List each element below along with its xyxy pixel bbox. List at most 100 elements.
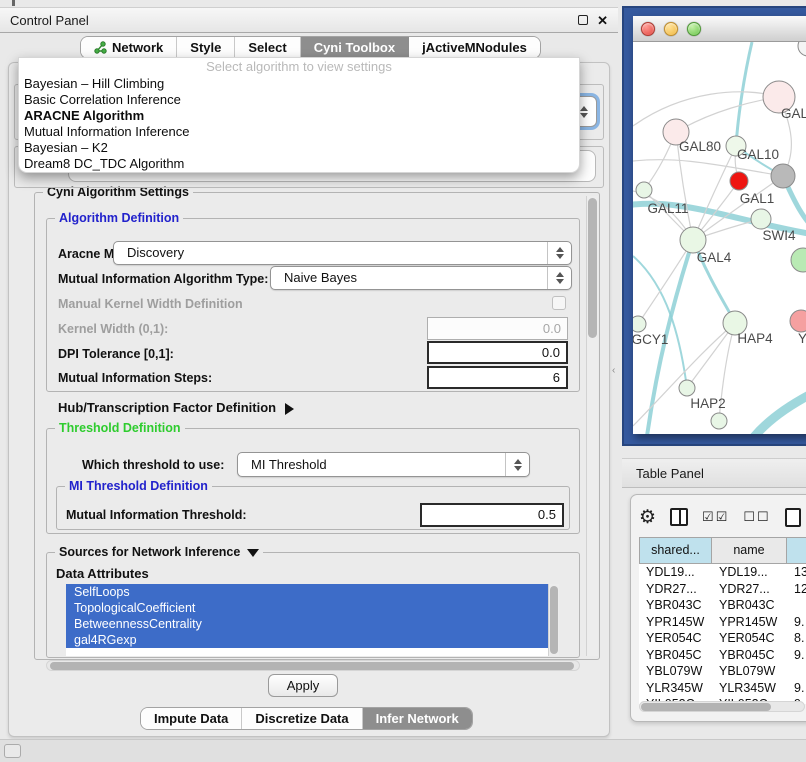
apply-button[interactable]: Apply xyxy=(268,674,338,697)
network-node-label: GAL xyxy=(781,106,806,121)
dpi-tolerance-field[interactable]: 0.0 xyxy=(427,341,568,364)
algorithm-option[interactable]: ARACNE Algorithm xyxy=(19,108,579,124)
which-threshold-value: MI Threshold xyxy=(238,453,529,476)
attribute-item[interactable]: TopologicalCoefficient xyxy=(66,600,548,616)
algorithm-dropdown-popup: Select algorithm to view settings Bayesi… xyxy=(18,57,580,173)
tab-infer-network[interactable]: Infer Network xyxy=(363,708,472,729)
columns-icon[interactable] xyxy=(670,508,688,526)
settings-vertical-scrollbar-thumb[interactable] xyxy=(588,198,597,338)
mi-threshold-field[interactable]: 0.5 xyxy=(420,503,564,527)
tab-discretize-data[interactable]: Discretize Data xyxy=(242,708,362,729)
manual-kernel-checkbox[interactable] xyxy=(552,296,566,310)
table-panel-titlebar: Table Panel xyxy=(622,458,806,488)
expanded-arrow-icon xyxy=(247,549,259,557)
tab-impute-data[interactable]: Impute Data xyxy=(141,708,242,729)
mi-threshold-group-title: MI Threshold Definition xyxy=(65,479,212,494)
table-panel-title: Table Panel xyxy=(622,466,704,481)
close-icon[interactable]: ✕ xyxy=(597,14,608,27)
mi-type-label: Mutual Information Algorithm Type: xyxy=(58,272,268,286)
sources-group-title[interactable]: Sources for Network Inference xyxy=(55,545,263,560)
select-all-icon[interactable]: ☑☑ xyxy=(702,509,729,525)
network-node-unlabeled[interactable] xyxy=(730,172,748,190)
tab-jactivemnodules[interactable]: jActiveMNodules xyxy=(409,37,540,58)
splitter-handle[interactable]: ‹ xyxy=(612,365,615,376)
table-row[interactable]: YER054CYER054C8. xyxy=(639,630,806,647)
table-row[interactable]: YLR345WYLR345W9. xyxy=(639,680,806,697)
panel-restore-button[interactable] xyxy=(4,744,21,758)
table-cell: YDR27... xyxy=(712,581,787,598)
network-node-gcy1[interactable] xyxy=(633,316,646,332)
network-node-unlabeled[interactable] xyxy=(711,413,727,429)
table-cell: YDL19... xyxy=(639,564,712,581)
table-row[interactable]: YPR145WYPR145W9. xyxy=(639,614,806,631)
zoom-traffic-light-icon[interactable] xyxy=(687,22,701,36)
network-node-label: HAP2 xyxy=(690,396,725,411)
kernel-width-field[interactable]: 0.0 xyxy=(427,317,568,340)
mi-type-value: Naive Bayes xyxy=(271,267,571,289)
algorithm-option[interactable]: Dream8 DC_TDC Algorithm xyxy=(19,156,579,172)
network-node-swi4[interactable] xyxy=(791,248,806,272)
algorithm-option[interactable]: Basic Correlation Inference xyxy=(19,92,579,108)
tab-cyni-toolbox[interactable]: Cyni Toolbox xyxy=(301,37,409,58)
cyni-mode-tabs: Impute Data Discretize Data Infer Networ… xyxy=(140,707,473,730)
mi-steps-field[interactable]: 6 xyxy=(427,366,568,389)
algorithm-option[interactable]: Mutual Information Inference xyxy=(19,124,579,140)
network-canvas[interactable]: GALGAL80GAL10GAL11GAL1SWI4GAL4GCY1HAP4YH… xyxy=(633,42,806,434)
network-node-gal11[interactable] xyxy=(636,182,652,198)
control-panel-tabs: Network Style Select Cyni Toolbox jActiv… xyxy=(80,36,541,59)
table-cell: 9. xyxy=(787,680,806,697)
combo-spinner-icon xyxy=(505,453,529,476)
aracne-mode-combo[interactable]: Discovery xyxy=(113,241,572,265)
network-window-titlebar[interactable] xyxy=(633,16,806,42)
table-horizontal-scrollbar[interactable] xyxy=(639,701,805,712)
table-cell: YLR345W xyxy=(639,680,712,697)
network-svg: GALGAL80GAL10GAL11GAL1SWI4GAL4GCY1HAP4YH… xyxy=(633,42,806,434)
gear-icon[interactable]: ⚙ xyxy=(639,508,656,527)
mi-threshold-label: Mutual Information Threshold: xyxy=(66,508,247,522)
hub-definition-toggle[interactable]: Hub/Transcription Factor Definition xyxy=(58,400,294,415)
table-cell: YPR145W xyxy=(639,614,712,631)
mi-steps-label: Mutual Information Steps: xyxy=(58,371,212,385)
mi-type-combo[interactable]: Naive Bayes xyxy=(270,266,572,290)
minimize-traffic-light-icon[interactable] xyxy=(664,22,678,36)
algorithm-option[interactable]: Bayesian – Hill Climbing xyxy=(19,76,579,92)
attribute-item[interactable]: BetweennessCentrality xyxy=(66,616,548,632)
attribute-item[interactable]: SelfLoops xyxy=(66,584,548,600)
column-header-shared-name[interactable]: shared... xyxy=(639,537,712,564)
algorithm-option[interactable]: Bayesian – K2 xyxy=(19,140,579,156)
table-row[interactable]: YBR043CYBR043C xyxy=(639,597,806,614)
table-row[interactable]: YBL079WYBL079W xyxy=(639,663,806,680)
table-cell xyxy=(787,663,806,680)
close-traffic-light-icon[interactable] xyxy=(641,22,655,36)
network-node-unlabeled[interactable] xyxy=(771,164,795,188)
column-header-name[interactable]: name xyxy=(712,537,787,564)
table-row[interactable]: YDR27...YDR27...12 xyxy=(639,581,806,598)
table-cell: 12 xyxy=(787,581,806,598)
attribute-table: shared... name A YDL19...YDL19...13YDR27… xyxy=(639,537,806,704)
network-node-hap2[interactable] xyxy=(679,380,695,396)
attributes-scrollbar-thumb[interactable] xyxy=(550,586,558,654)
float-window-icon[interactable] xyxy=(578,15,588,25)
which-threshold-label: Which threshold to use: xyxy=(82,458,224,472)
network-node-gal1[interactable] xyxy=(751,209,771,229)
algorithm-dropdown-list: Bayesian – Hill ClimbingBasic Correlatio… xyxy=(19,76,579,172)
attribute-item[interactable]: gal4RGexp xyxy=(66,632,548,648)
network-node-y[interactable] xyxy=(790,310,806,332)
network-node-label: GAL11 xyxy=(647,201,688,216)
dpi-tolerance-label: DPI Tolerance [0,1]: xyxy=(58,347,174,361)
column-header-third[interactable]: A xyxy=(787,537,806,564)
manual-kernel-label: Manual Kernel Width Definition xyxy=(58,297,243,311)
deselect-all-icon[interactable]: ☐☐ xyxy=(743,509,770,525)
table-cell: YPR145W xyxy=(712,614,787,631)
table-row[interactable]: YBR045CYBR045C9. xyxy=(639,647,806,664)
which-threshold-combo[interactable]: MI Threshold xyxy=(237,452,530,477)
settings-horizontal-scrollbar-thumb[interactable] xyxy=(50,662,574,670)
table-horizontal-scrollbar-thumb[interactable] xyxy=(641,703,771,711)
table-row[interactable]: YDL19...YDL19...13 xyxy=(639,564,806,581)
tab-network[interactable]: Network xyxy=(81,37,177,58)
control-panel-title: Control Panel xyxy=(0,13,89,28)
export-table-icon[interactable] xyxy=(785,508,801,527)
network-node-unlabeled[interactable] xyxy=(798,42,806,56)
tab-select[interactable]: Select xyxy=(235,37,300,58)
tab-style[interactable]: Style xyxy=(177,37,235,58)
